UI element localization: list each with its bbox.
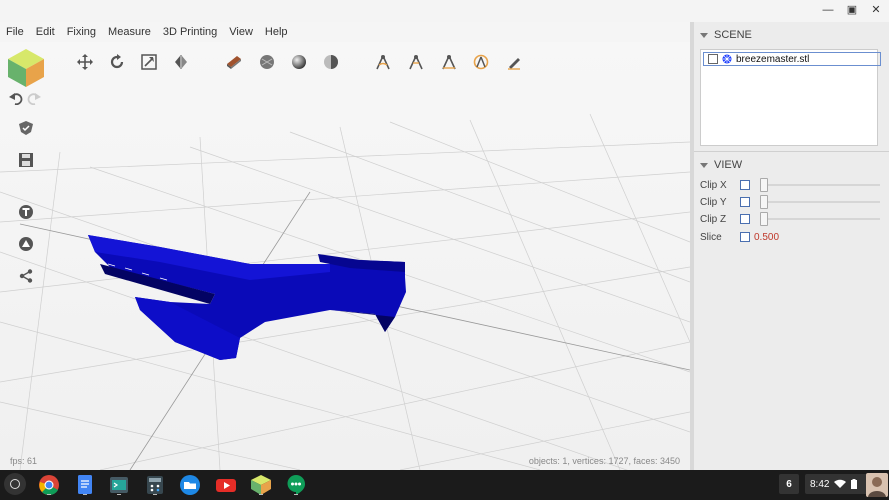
clip-y-checkbox[interactable] — [740, 197, 750, 207]
side-panel: SCENE breezemaster.stl VIEW Clip X Clip … — [694, 22, 889, 470]
scene-item[interactable]: breezemaster.stl — [703, 52, 881, 66]
terminal-icon[interactable] — [108, 474, 130, 496]
rotate-icon[interactable] — [107, 52, 127, 72]
view-cube-icon[interactable] — [8, 49, 44, 87]
clip-z-slider-thumb[interactable] — [760, 212, 768, 226]
measure-circle-icon[interactable] — [471, 52, 491, 72]
clip-z-row: Clip Z — [700, 212, 880, 226]
battery-icon — [851, 479, 858, 489]
section-divider — [694, 151, 889, 152]
view-title: VIEW — [714, 159, 743, 171]
3d-viewport[interactable]: fps: 61 objects: 1, vertices: 1727, face… — [0, 42, 690, 470]
scene-title: SCENE — [714, 29, 752, 41]
system-tray[interactable]: 8:42 — [805, 474, 868, 494]
clip-x-slider-track[interactable] — [764, 184, 880, 186]
measure-compass-icon[interactable] — [373, 52, 393, 72]
share-icon[interactable] — [16, 266, 36, 286]
collapse-triangle-icon — [700, 162, 708, 168]
wifi-icon — [834, 479, 847, 488]
undo-icon[interactable] — [6, 88, 26, 108]
measure-angle-icon[interactable] — [406, 52, 426, 72]
taskbar: 6 8:42 — [0, 470, 889, 500]
restore-button[interactable]: ▣ — [845, 3, 859, 17]
redo-icon[interactable] — [24, 88, 44, 108]
menu-help[interactable]: Help — [259, 26, 294, 38]
clip-y-label: Clip Y — [700, 196, 727, 208]
launcher-button[interactable] — [4, 473, 26, 495]
clip-x-checkbox[interactable] — [740, 180, 750, 190]
fps-readout: fps: 61 — [10, 456, 38, 466]
youtube-icon[interactable] — [215, 474, 237, 496]
slice-checkbox[interactable] — [740, 232, 750, 242]
chrome-icon[interactable] — [38, 474, 60, 496]
collapse-triangle-icon — [700, 32, 708, 38]
pencil-icon[interactable] — [504, 52, 524, 72]
scene-item-checkbox[interactable] — [708, 54, 718, 64]
scene-header[interactable]: SCENE — [700, 29, 752, 41]
menu-fixing[interactable]: Fixing — [61, 26, 102, 38]
clip-y-row: Clip Y — [700, 195, 880, 209]
scene-item-name: breezemaster.stl — [736, 53, 810, 65]
object-stats: objects: 1, vertices: 1727, faces: 3450 — [528, 456, 680, 466]
avatar[interactable] — [866, 473, 888, 497]
move-icon[interactable] — [75, 52, 95, 72]
3d-viewer-icon[interactable] — [250, 474, 272, 496]
sphere-half-icon[interactable] — [321, 52, 341, 72]
view-header[interactable]: VIEW — [700, 159, 742, 171]
shield-icon[interactable] — [16, 118, 36, 138]
slice-label: Slice — [700, 231, 722, 243]
close-button[interactable]: ✕ — [869, 3, 883, 17]
text-icon[interactable] — [16, 202, 36, 222]
drive-icon[interactable] — [16, 234, 36, 254]
menu-file[interactable]: File — [0, 26, 30, 38]
slice-row: Slice 0.500 — [700, 230, 779, 244]
measure-ruler-icon[interactable] — [439, 52, 459, 72]
slice-value[interactable]: 0.500 — [754, 232, 779, 243]
3d-model — [88, 235, 406, 360]
mirror-icon[interactable] — [171, 52, 191, 72]
clip-z-slider-track[interactable] — [764, 218, 880, 220]
notification-count[interactable]: 6 — [779, 474, 799, 494]
title-bar: — ▣ ✕ — [0, 0, 889, 22]
files-icon[interactable] — [179, 474, 201, 496]
menu-measure[interactable]: Measure — [102, 26, 157, 38]
menu-edit[interactable]: Edit — [30, 26, 61, 38]
clock: 8:42 — [810, 478, 830, 490]
clip-z-checkbox[interactable] — [740, 214, 750, 224]
sphere-smooth-icon[interactable] — [257, 52, 277, 72]
clip-x-label: Clip X — [700, 179, 727, 191]
hangouts-icon[interactable] — [285, 474, 307, 496]
clip-y-slider-thumb[interactable] — [760, 195, 768, 209]
clip-z-label: Clip Z — [700, 213, 727, 225]
menu-view[interactable]: View — [223, 26, 259, 38]
mesh-icon — [722, 54, 732, 64]
layer-icon[interactable] — [224, 52, 244, 72]
scale-icon[interactable] — [139, 52, 159, 72]
docs-icon[interactable] — [74, 474, 96, 496]
sphere-shade-icon[interactable] — [289, 52, 309, 72]
clip-x-slider-thumb[interactable] — [760, 178, 768, 192]
save-icon[interactable] — [16, 150, 36, 170]
clip-x-row: Clip X — [700, 178, 880, 192]
clip-y-slider-track[interactable] — [764, 201, 880, 203]
menu-bar: File Edit Fixing Measure 3D Printing Vie… — [0, 22, 690, 42]
menu-3d-printing[interactable]: 3D Printing — [157, 26, 223, 38]
minimize-button[interactable]: — — [821, 3, 835, 17]
scene-canvas — [0, 113, 690, 470]
calculator-icon[interactable] — [144, 474, 166, 496]
scene-list: breezemaster.stl — [700, 49, 881, 146]
